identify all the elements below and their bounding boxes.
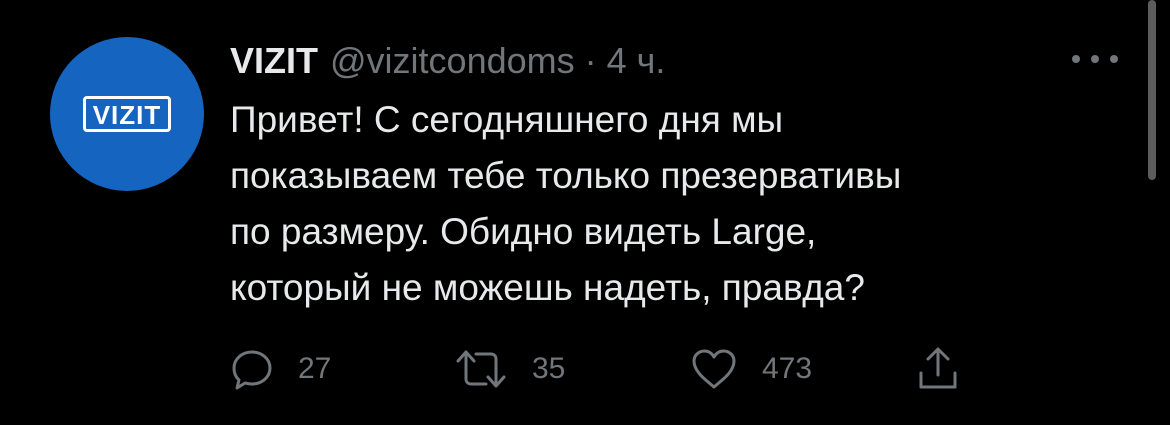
retweet-count: 35 — [532, 352, 566, 385]
heart-icon — [692, 349, 736, 389]
tweet-header: VIZIT @vizitcondoms · 4 ч. — [230, 38, 665, 84]
share-button[interactable] — [916, 340, 960, 398]
tweet-actions: 27 35 473 — [230, 340, 1010, 398]
timestamp[interactable]: 4 ч. — [607, 40, 666, 82]
like-button[interactable]: 473 — [690, 340, 812, 398]
more-dot — [1072, 55, 1080, 63]
retweet-icon — [456, 350, 506, 388]
scrollbar[interactable] — [1148, 0, 1156, 180]
tweet-text: Привет! С сегодняшнего дня мы показываем… — [230, 99, 902, 308]
display-name[interactable]: VIZIT — [230, 40, 318, 82]
vizit-logo: VIZIT — [82, 96, 172, 132]
more-dot — [1110, 55, 1118, 63]
tweet[interactable]: VIZIT VIZIT @vizitcondoms · 4 ч. Привет!… — [0, 0, 1170, 425]
reply-count: 27 — [298, 352, 332, 385]
share-icon — [919, 347, 957, 389]
reply-icon — [232, 350, 272, 390]
retweet-button[interactable]: 35 — [454, 340, 565, 398]
user-handle[interactable]: @vizitcondoms — [330, 40, 575, 82]
more-dot — [1091, 55, 1099, 63]
avatar[interactable]: VIZIT — [50, 37, 204, 191]
more-options-icon[interactable] — [1072, 48, 1118, 70]
separator-dot: · — [584, 40, 597, 81]
like-count: 473 — [762, 352, 813, 385]
reply-button[interactable]: 27 — [230, 340, 331, 398]
